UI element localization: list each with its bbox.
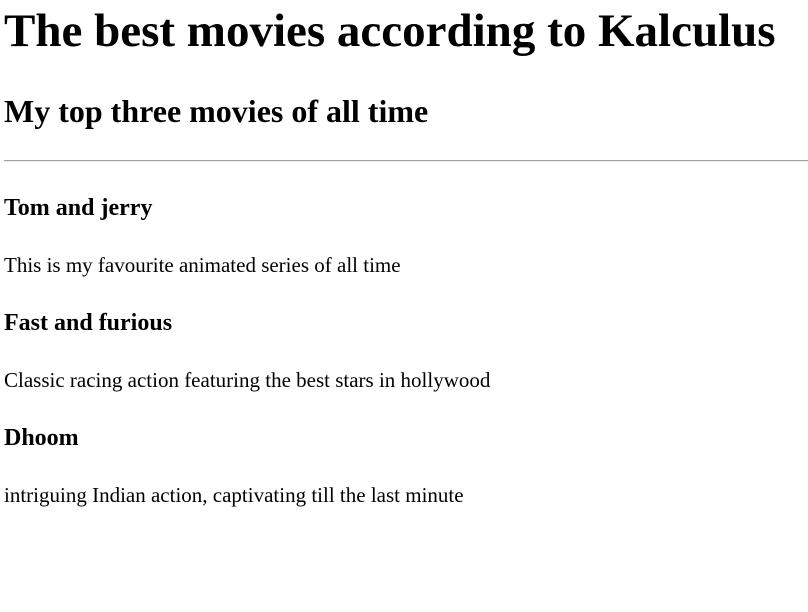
movie-description-dhoom: intriguing Indian action, captivating ti… xyxy=(4,483,464,507)
divider xyxy=(4,160,808,162)
movie-title-fast-and-furious: Fast and furious xyxy=(4,310,173,336)
page-subtitle: My top three movies of all time xyxy=(4,93,429,129)
movie-title-dhoom: Dhoom xyxy=(4,425,79,451)
movie-title-tom-and-jerry: Tom and jerry xyxy=(4,195,153,221)
movie-description-tom-and-jerry: This is my favourite animated series of … xyxy=(4,253,401,277)
page: The best movies according to Kalculus My… xyxy=(0,0,808,612)
movie-description-fast-and-furious: Classic racing action featuring the best… xyxy=(4,368,491,392)
page-title: The best movies according to Kalculus xyxy=(4,5,776,57)
